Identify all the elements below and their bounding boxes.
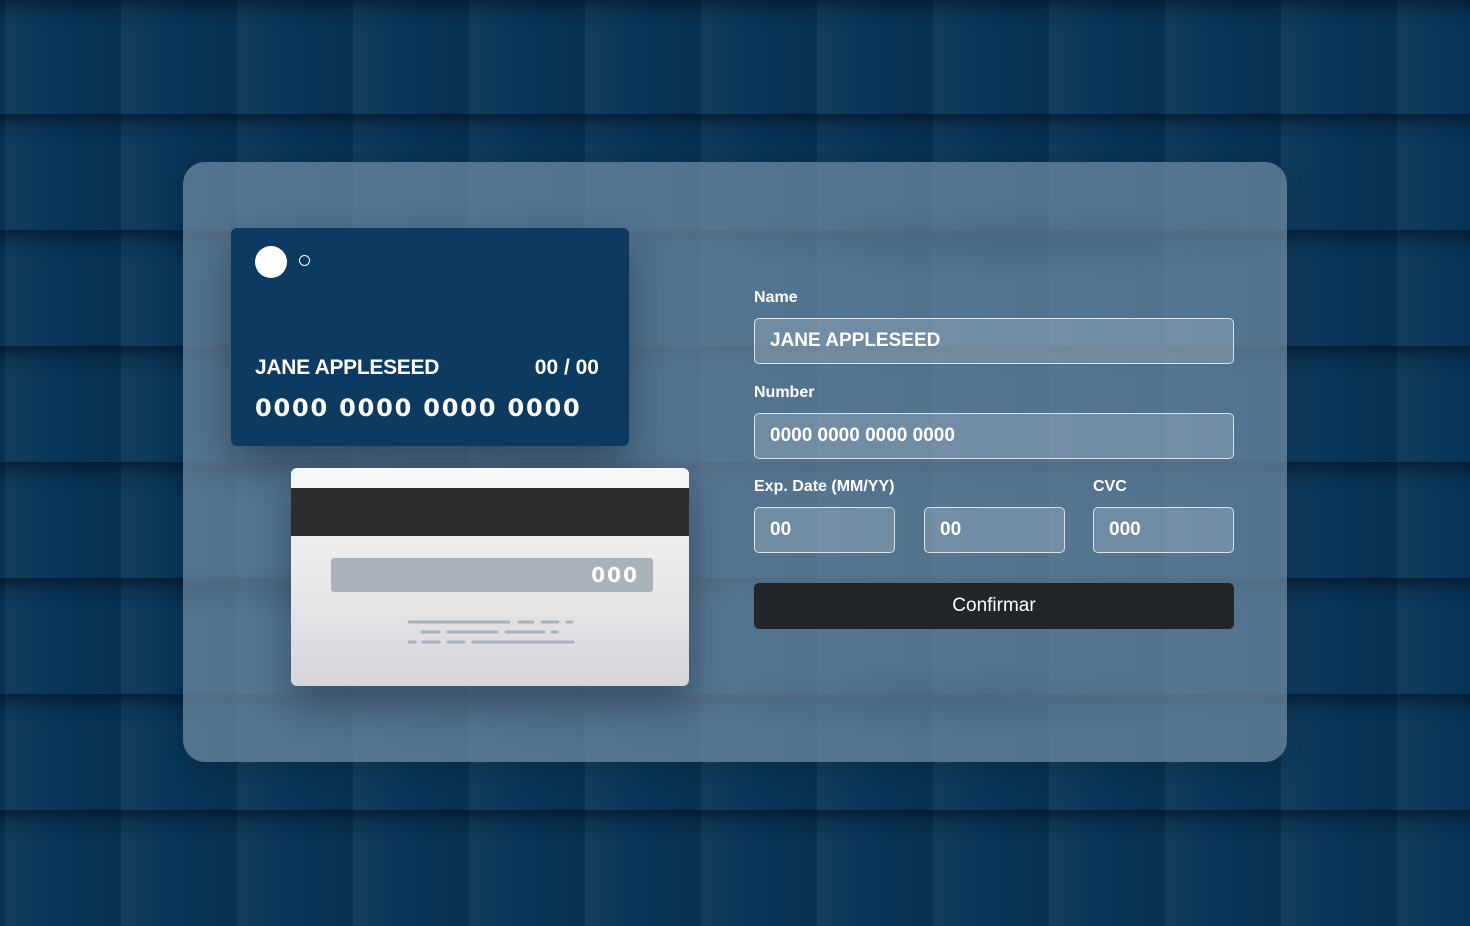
card-expiry: 00 / 00 bbox=[534, 356, 599, 379]
card-number: 0000 0000 0000 0000 bbox=[255, 394, 582, 422]
exp-month-input[interactable]: 00 bbox=[754, 507, 895, 553]
card-back: 000 bbox=[291, 468, 689, 686]
number-input[interactable]: 0000 0000 0000 0000 bbox=[754, 413, 1234, 459]
cvc-input[interactable]: 000 bbox=[1093, 507, 1234, 553]
name-label: Name bbox=[754, 289, 798, 306]
card-front: JANE APPLESEED 00 / 00 0000 0000 0000 00… bbox=[231, 228, 629, 446]
confirm-button[interactable]: Confirmar bbox=[754, 583, 1234, 629]
exp-date-label: Exp. Date (MM/YY) bbox=[754, 478, 895, 495]
card-fine-print-lines bbox=[407, 620, 575, 644]
exp-year-input[interactable]: 00 bbox=[924, 507, 1065, 553]
card-logo-large-circle bbox=[255, 246, 287, 278]
card-holder-name: JANE APPLESEED bbox=[255, 356, 440, 379]
card-logo-small-circle bbox=[299, 255, 310, 266]
name-input[interactable]: JANE APPLESEED bbox=[754, 318, 1234, 364]
payment-panel: JANE APPLESEED 00 / 00 0000 0000 0000 00… bbox=[183, 162, 1287, 762]
number-label: Number bbox=[754, 384, 815, 401]
cvc-label: CVC bbox=[1093, 478, 1127, 495]
